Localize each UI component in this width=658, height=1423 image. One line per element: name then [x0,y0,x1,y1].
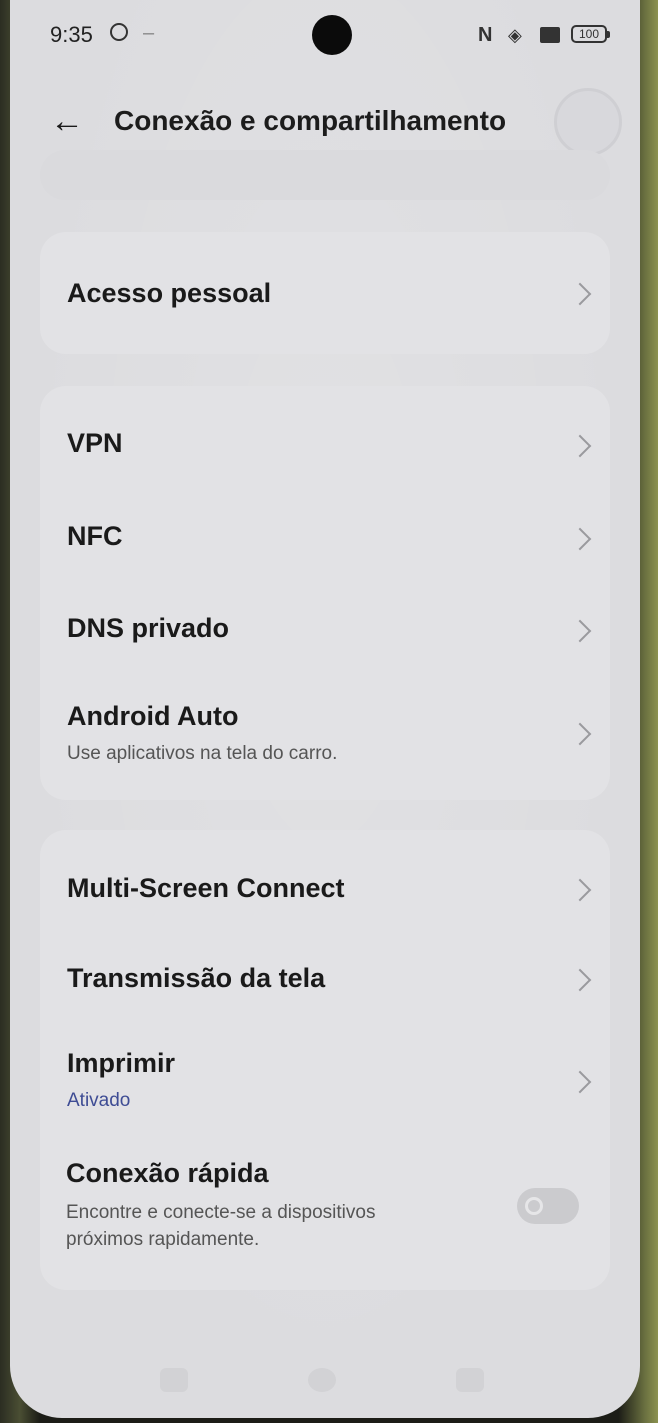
hotspot-row[interactable]: Acesso pessoal [40,232,610,354]
chevron-right-icon [568,968,592,992]
private-dns-label: DNS privado [67,613,230,643]
android-auto-subtitle: Use aplicativos na tela do carro. [67,743,338,764]
nfc-icon: N [478,24,493,46]
screencast-row[interactable]: Transmissão da tela [40,928,610,1018]
sim-icon [540,27,560,43]
chevron-right-icon [568,878,592,902]
quick-connect-subtitle-line2: próximos rapidamente. [66,1229,260,1250]
vpn-label: VPN [67,428,123,458]
nfc-row[interactable]: NFC [40,494,610,584]
android-auto-label: Android Auto [67,701,239,731]
back-button[interactable] [456,1368,484,1392]
dash-icon: – [143,22,155,44]
wifi-icon: ◈ [508,25,522,45]
status-bar: 9:35 – N ◈ 100 [10,0,640,70]
network-card: VPN NFC DNS privado Android Auto Use apl… [40,386,610,800]
chevron-right-icon [568,527,592,551]
home-button[interactable] [308,1368,336,1392]
nfc-label: NFC [67,521,123,551]
battery-icon: 100 [571,25,610,43]
recents-button[interactable] [160,1368,188,1392]
page-title: Conexão e compartilhamento [114,105,507,136]
chevron-right-icon [568,434,592,458]
vpn-row[interactable]: VPN [40,386,610,494]
chevron-right-icon [568,1070,592,1094]
previous-card-remnant [40,150,610,200]
print-row[interactable]: Imprimir Ativado [40,1018,610,1128]
quick-connect-toggle[interactable] [517,1188,579,1224]
hotspot-card: Acesso pessoal [40,232,610,354]
android-auto-row[interactable]: Android Auto Use aplicativos na tela do … [40,674,610,800]
screen: 9:35 – N ◈ 100 ← Conexão e compartilhame… [10,0,640,1418]
back-arrow-icon[interactable]: ← [50,104,86,140]
hotspot-label: Acesso pessoal [67,278,272,308]
camera-cutout [312,15,352,55]
settings-icon [110,23,128,41]
private-dns-row[interactable]: DNS privado [40,584,610,674]
toggle-knob [525,1197,543,1215]
quick-connect-row: Conexão rápida Encontre e conecte-se a d… [40,1128,610,1290]
chevron-right-icon [568,722,592,746]
multi-screen-label: Multi-Screen Connect [67,873,345,903]
quick-connect-subtitle-line1: Encontre e conecte-se a dispositivos [66,1202,376,1223]
sharing-card: Multi-Screen Connect Transmissão da tela… [40,830,610,1290]
screencast-label: Transmissão da tela [67,963,326,993]
print-status: Ativado [67,1090,131,1111]
quick-connect-label: Conexão rápida [66,1158,269,1188]
multi-screen-row[interactable]: Multi-Screen Connect [40,830,610,928]
avatar[interactable] [554,88,622,156]
print-label: Imprimir [67,1048,176,1078]
status-time: 9:35 [50,22,93,47]
navigation-bar [10,1360,640,1400]
chevron-right-icon [568,282,592,306]
chevron-right-icon [568,619,592,643]
